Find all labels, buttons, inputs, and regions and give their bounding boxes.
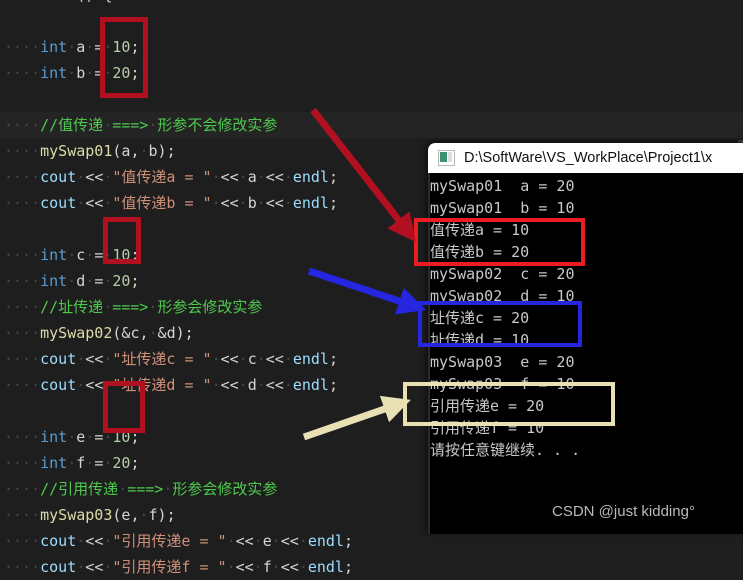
code-line: ····cout·<<·"引用传递f = "·<<·f·<<·endl; xyxy=(4,558,353,576)
console-titlebar[interactable]: D:\SoftWare\VS_WorkPlace\Project1\x xyxy=(428,143,743,173)
console-box-value xyxy=(414,218,585,266)
console-line: mySwap01 b = 10 xyxy=(430,199,575,217)
code-box-ab xyxy=(100,17,148,98)
console-box-ref xyxy=(403,382,615,426)
console-line: mySwap02 c = 20 xyxy=(430,265,575,283)
watermark-text: CSDN @just kidding° xyxy=(552,503,695,520)
console-line: mySwap01 a = 20 xyxy=(430,177,575,195)
console-app-icon xyxy=(438,150,455,166)
console-title-text: D:\SoftWare\VS_WorkPlace\Project1\x xyxy=(464,150,713,166)
code-box-ef xyxy=(103,381,145,433)
code-box-cd xyxy=(103,217,141,264)
console-line: 请按任意键继续. . . xyxy=(430,441,581,459)
code-line: int·main()·{ xyxy=(0,0,743,8)
console-line: mySwap03 e = 20 xyxy=(430,353,575,371)
code-line: ····//值传递·===>·形参不会修改实参 xyxy=(0,112,743,138)
console-box-addr xyxy=(418,301,582,347)
